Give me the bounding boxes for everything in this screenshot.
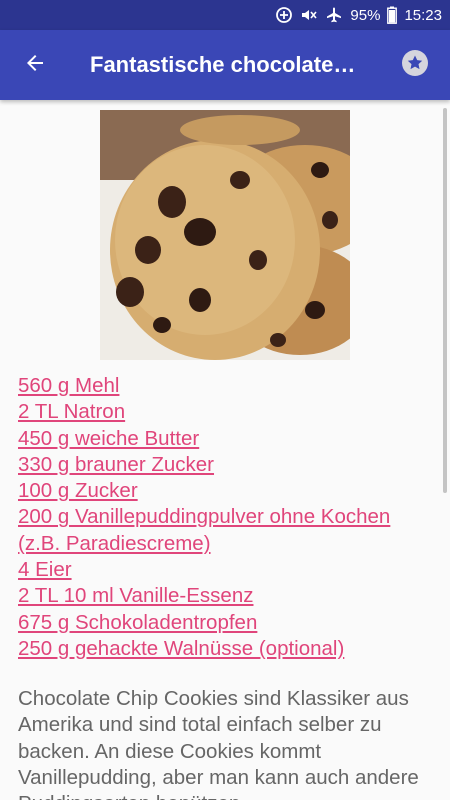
status-bar: 95% 15:23 (0, 0, 450, 30)
ingredient-item[interactable]: 330 g brauner Zucker (18, 452, 433, 478)
ingredient-link[interactable]: 330 g brauner Zucker (18, 453, 214, 476)
ingredient-item[interactable]: 200 g Vanillepuddingpulver ohne Kochen (… (18, 504, 433, 557)
ingredient-link[interactable]: 100 g Zucker (18, 479, 138, 502)
ingredient-item[interactable]: 100 g Zucker (18, 478, 433, 504)
arrow-left-icon (23, 51, 47, 80)
ingredient-link[interactable]: 560 g Mehl (18, 374, 119, 397)
ingredient-item[interactable]: 2 TL 10 ml Vanille-Essenz (18, 583, 433, 609)
data-saver-icon (275, 6, 293, 24)
ingredient-link[interactable]: 4 Eier (18, 558, 72, 581)
mute-icon (300, 6, 318, 24)
recipe-description: Chocolate Chip Cookies sind Klassiker au… (18, 687, 419, 800)
battery-icon (387, 6, 398, 24)
recipe-content[interactable]: 560 g Mehl 2 TL Natron 450 g weiche Butt… (0, 100, 450, 800)
ingredient-item[interactable]: 560 g Mehl (18, 373, 433, 399)
airplane-mode-icon (325, 6, 343, 24)
battery-percent: 95% (350, 6, 381, 24)
back-button[interactable] (0, 30, 70, 100)
ingredient-link[interactable]: 450 g weiche Butter (18, 427, 199, 450)
ingredient-item[interactable]: 675 g Schokoladentropfen (18, 610, 433, 636)
ingredient-link[interactable]: 2 TL Natron (18, 400, 125, 423)
ingredient-item[interactable]: 450 g weiche Butter (18, 426, 433, 452)
ingredient-link[interactable]: 250 g gehackte Walnüsse (optional) (18, 637, 344, 660)
star-icon (401, 49, 429, 82)
ingredient-list: 560 g Mehl 2 TL Natron 450 g weiche Butt… (18, 373, 433, 662)
scrollbar[interactable] (443, 108, 447, 493)
ingredient-item[interactable]: 250 g gehackte Walnüsse (optional) (18, 636, 433, 662)
ingredient-item[interactable]: 4 Eier (18, 557, 433, 583)
ingredient-item[interactable]: 2 TL Natron (18, 399, 433, 425)
page-title: Fantastische chocolate chip cookies (90, 52, 380, 77)
ingredient-link[interactable]: 675 g Schokoladentropfen (18, 611, 257, 634)
app-bar: Fantastische chocolate chip cookies (0, 30, 450, 100)
ingredient-link[interactable]: 2 TL 10 ml Vanille-Essenz (18, 584, 253, 607)
ingredient-link[interactable]: 200 g Vanillepuddingpulver ohne Kochen (… (18, 505, 390, 554)
favorite-button[interactable] (380, 30, 450, 100)
recipe-photo (100, 110, 350, 360)
clock: 15:23 (404, 6, 442, 24)
